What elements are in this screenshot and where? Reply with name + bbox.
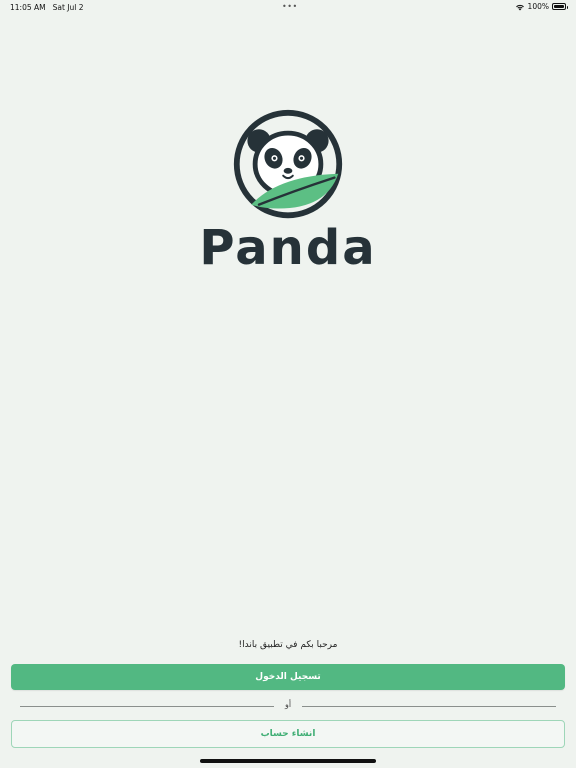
divider-line-right bbox=[302, 706, 556, 707]
battery-icon bbox=[552, 3, 568, 10]
battery-percentage: 100% bbox=[527, 2, 549, 11]
login-button-label: تسجيل الدخول bbox=[255, 672, 321, 682]
app-logo: Panda bbox=[0, 108, 576, 272]
multitasking-dots-icon[interactable]: ••• bbox=[282, 2, 298, 11]
status-left: 11:05 AM Sat Jul 2 bbox=[10, 3, 84, 12]
status-time: 11:05 AM bbox=[10, 3, 46, 12]
or-divider: أو bbox=[20, 700, 556, 712]
create-account-button[interactable]: انشاء حساب bbox=[11, 720, 565, 748]
divider-text: أو bbox=[284, 700, 292, 709]
status-right: 100% bbox=[515, 2, 568, 11]
panda-logo-icon bbox=[233, 109, 343, 219]
create-account-label: انشاء حساب bbox=[260, 729, 316, 739]
status-bar: 11:05 AM Sat Jul 2 ••• 100% bbox=[0, 0, 576, 14]
app-wordmark: Panda bbox=[199, 220, 377, 276]
login-button[interactable]: تسجيل الدخول bbox=[11, 664, 565, 690]
welcome-text: مرحبا بكم في تطبيق باندا! bbox=[238, 640, 338, 650]
status-date: Sat Jul 2 bbox=[52, 3, 84, 12]
home-indicator[interactable] bbox=[200, 759, 376, 763]
wifi-icon bbox=[515, 4, 524, 10]
